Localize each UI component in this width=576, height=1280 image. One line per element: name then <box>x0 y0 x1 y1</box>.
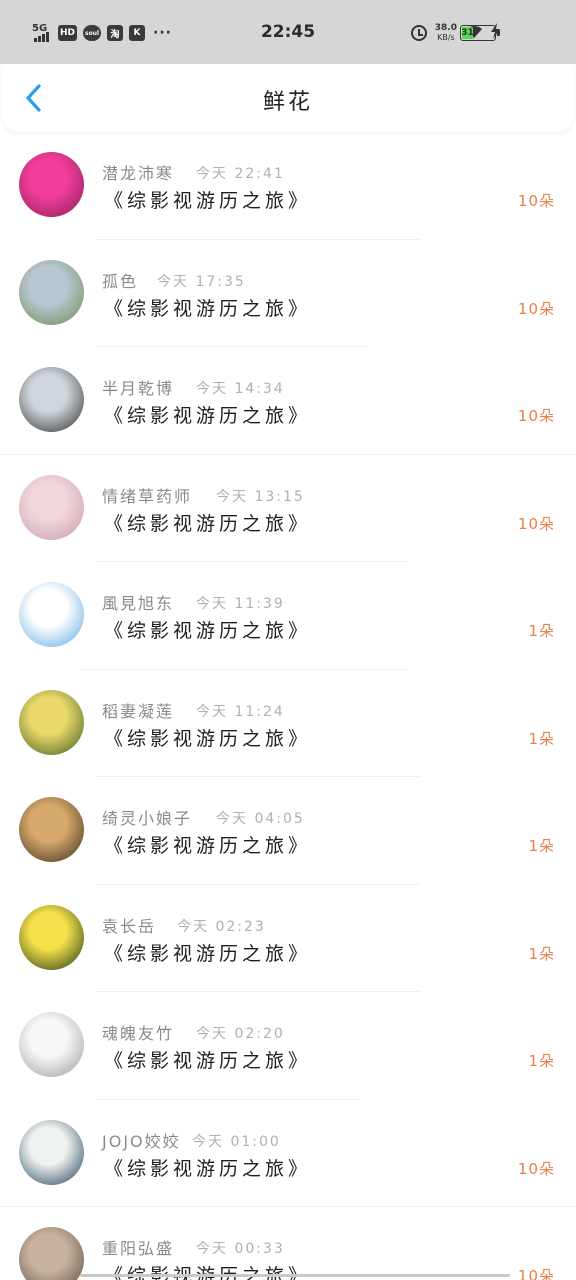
timestamp: 今天 14:34 <box>196 381 285 397</box>
horizontal-scroll-indicator <box>80 1274 510 1277</box>
list-item[interactable]: 潜龙沛寒 今天 22:41 《综影视游历之旅》 10朵 <box>0 132 576 240</box>
username[interactable]: 重阳弘盛 <box>102 1235 174 1259</box>
avatar[interactable] <box>19 582 84 647</box>
flower-count: 1朵 <box>528 1052 555 1070</box>
list-item[interactable]: 绮灵小娘子 今天 04:05 《综影视游历之旅》 1朵 <box>0 777 576 885</box>
flower-record-list: 潜龙沛寒 今天 22:41 《综影视游历之旅》 10朵 孤色 今天 17:35 《综影视游历… <box>0 132 576 1280</box>
username[interactable]: 绮灵小娘子 <box>102 805 192 829</box>
net-speed-value: 38.0 <box>434 23 457 33</box>
avatar[interactable] <box>19 152 84 217</box>
book-title[interactable]: 《综影视游历之旅》 <box>104 724 311 751</box>
timestamp: 今天 13:15 <box>216 488 305 505</box>
list-item[interactable]: 風見旭东 今天 11:39 《综影视游历之旅》 1朵 <box>0 562 576 670</box>
book-title[interactable]: 《综影视游历之旅》 <box>104 831 311 858</box>
timestamp: 今天 00:33 <box>196 1241 285 1257</box>
timestamp: 今天 11:39 <box>196 596 285 612</box>
avatar[interactable] <box>19 259 84 325</box>
username[interactable]: 情绪草药师 <box>102 483 192 507</box>
avatar[interactable] <box>19 474 84 540</box>
list-item[interactable]: 袁长岳 今天 02:23 《综影视游历之旅》 1朵 <box>0 885 576 992</box>
username[interactable]: 潜龙沛寒 <box>102 160 174 184</box>
avatar[interactable] <box>19 904 84 970</box>
flower-count: 1朵 <box>528 837 555 855</box>
avatar[interactable] <box>19 689 84 755</box>
username[interactable]: 稻妻凝莲 <box>102 698 174 722</box>
book-title[interactable]: 《综影视游历之旅》 <box>104 1046 311 1073</box>
status-bar: 5G HD soul 淘 K ··· 22:45 38.0 KB/s 31 <box>0 0 576 64</box>
battery-level: 31 <box>461 27 474 39</box>
book-title[interactable]: 《综影视游历之旅》 <box>104 1154 311 1181</box>
avatar[interactable] <box>19 1012 84 1077</box>
battery-icon: 31 <box>460 25 496 41</box>
username[interactable]: 袁长岳 <box>102 913 156 937</box>
net-speed: 38.0 KB/s <box>434 23 457 43</box>
timestamp: 今天 11:24 <box>196 703 285 720</box>
list-item[interactable]: JOJO姣姣 今天 01:00 《综影视游历之旅》 10朵 <box>0 1100 576 1207</box>
book-title[interactable]: 《综影视游历之旅》 <box>104 616 311 643</box>
net-speed-unit: KB/s <box>437 33 455 42</box>
flower-count: 1朵 <box>528 622 555 640</box>
username[interactable]: 孤色 <box>102 268 138 292</box>
list-item[interactable]: 情绪草药师 今天 13:15 《综影视游历之旅》 10朵 <box>0 455 576 562</box>
list-item[interactable]: 孤色 今天 17:35 《综影视游历之旅》 10朵 <box>0 240 576 347</box>
flower-count: 10朵 <box>517 299 555 318</box>
battery-cap <box>497 30 500 36</box>
top-app-bar: 鲜花 <box>2 64 574 132</box>
book-title[interactable]: 《综影视游历之旅》 <box>104 509 311 536</box>
flower-count: 10朵 <box>517 514 555 533</box>
username[interactable]: 風見旭东 <box>102 590 174 614</box>
flower-count: 10朵 <box>517 1159 555 1178</box>
flower-count: 10朵 <box>517 407 555 425</box>
list-item[interactable]: 魂魄友竹 今天 02:20 《综影视游历之旅》 1朵 <box>0 992 576 1100</box>
flower-count: 1朵 <box>528 944 555 963</box>
timestamp: 今天 04:05 <box>216 811 305 827</box>
list-item[interactable]: 稻妻凝莲 今天 11:24 《综影视游历之旅》 1朵 <box>0 670 576 777</box>
username[interactable]: 魂魄友竹 <box>102 1020 174 1044</box>
avatar[interactable] <box>19 1227 84 1280</box>
timestamp: 今天 02:20 <box>196 1026 285 1042</box>
flower-count: 1朵 <box>528 729 555 748</box>
avatar[interactable] <box>19 1119 84 1185</box>
timestamp: 今天 01:00 <box>192 1133 281 1150</box>
book-title[interactable]: 《综影视游历之旅》 <box>104 401 311 428</box>
flower-count: 10朵 <box>517 192 555 210</box>
username[interactable]: 半月乾博 <box>102 375 174 399</box>
list-item[interactable]: 重阳弘盛 今天 00:33 《综影视游历之旅》 10朵 <box>0 1207 576 1280</box>
timestamp: 今天 02:23 <box>177 918 266 935</box>
username[interactable]: JOJO姣姣 <box>102 1128 181 1152</box>
book-title[interactable]: 《综影视游历之旅》 <box>104 1261 311 1280</box>
book-title[interactable]: 《综影视游历之旅》 <box>104 294 311 321</box>
list-item[interactable]: 半月乾博 今天 14:34 《综影视游历之旅》 10朵 <box>0 347 576 455</box>
avatar[interactable] <box>19 797 84 862</box>
timestamp: 今天 17:35 <box>157 273 246 290</box>
alarm-icon <box>410 25 427 41</box>
book-title[interactable]: 《综影视游历之旅》 <box>104 186 311 213</box>
timestamp: 今天 22:41 <box>196 166 285 182</box>
avatar[interactable] <box>19 367 84 432</box>
page-title: 鲜花 <box>262 90 313 115</box>
flower-count: 10朵 <box>517 1267 555 1280</box>
book-title[interactable]: 《综影视游历之旅》 <box>104 939 311 966</box>
